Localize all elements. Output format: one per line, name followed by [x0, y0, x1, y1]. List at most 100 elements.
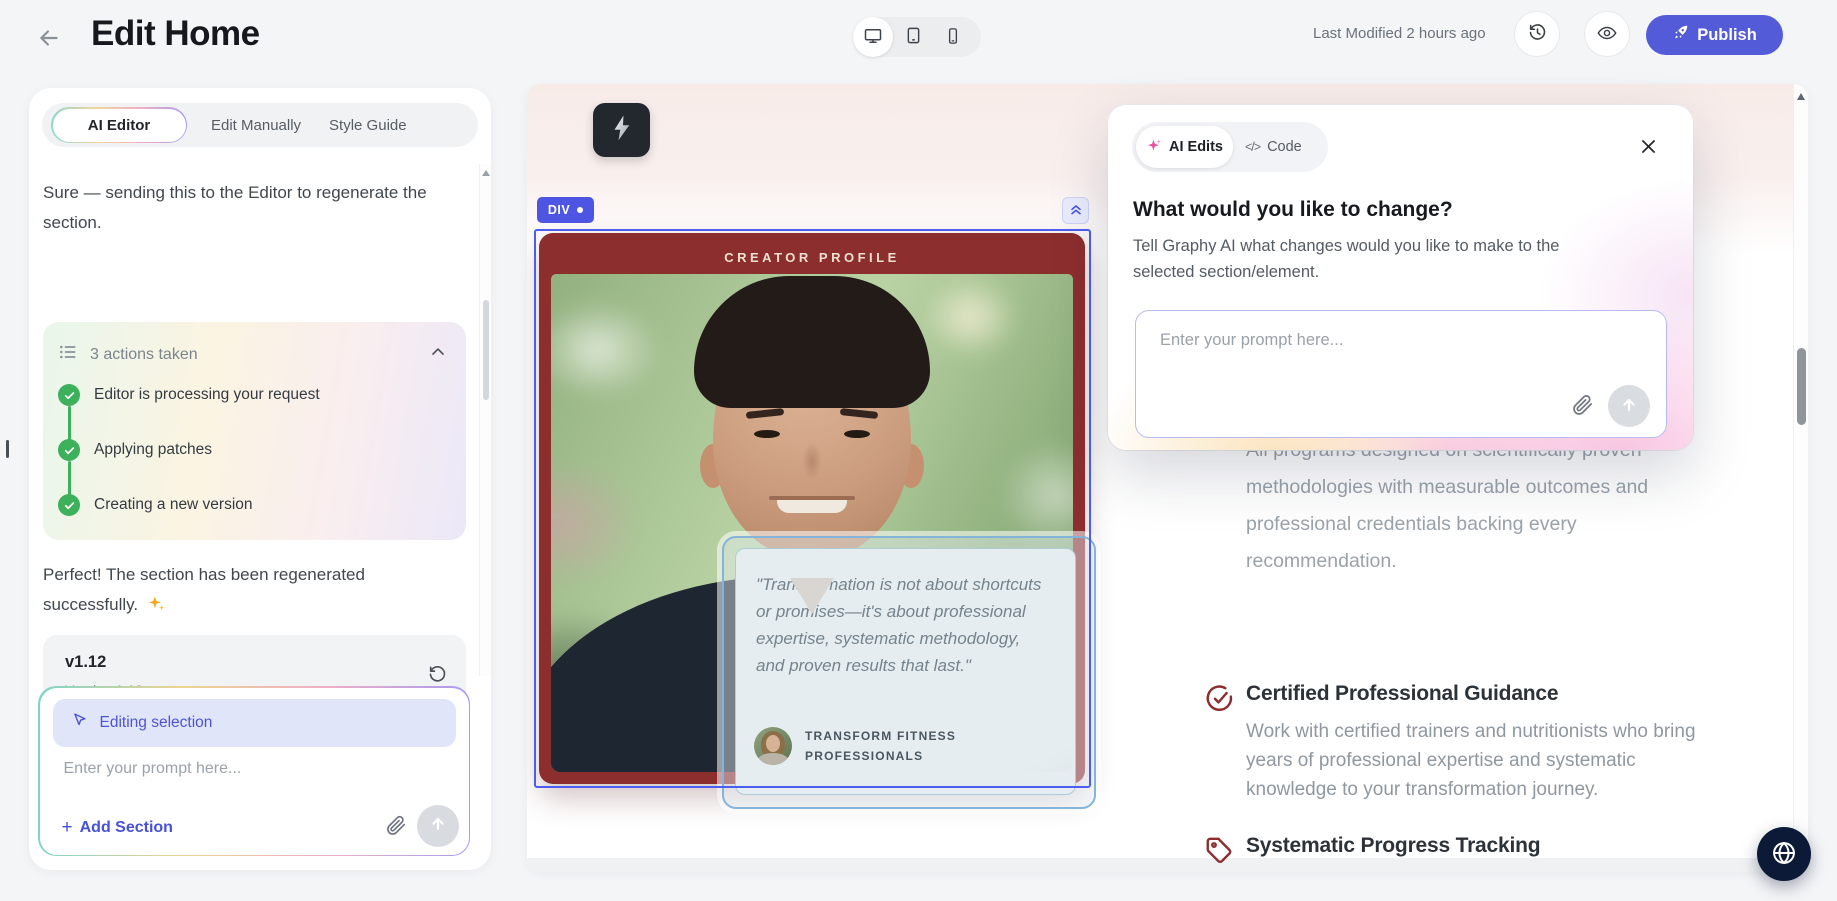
- chevron-up-icon: [428, 348, 448, 365]
- tab-ai-edits[interactable]: AI Edits: [1136, 126, 1233, 168]
- attach-file-button[interactable]: [385, 814, 407, 839]
- publish-label: Publish: [1697, 25, 1757, 44]
- close-icon: [1639, 140, 1658, 159]
- restore-icon: [427, 666, 448, 687]
- scrollbar-thumb[interactable]: [482, 300, 489, 400]
- eye-icon: [1596, 22, 1618, 47]
- sidebar-scrollbar[interactable]: [479, 164, 491, 676]
- ai-edits-popup: AI Edits </> Code What would you like to…: [1108, 105, 1693, 450]
- send-prompt-button[interactable]: [416, 804, 459, 847]
- badge-label: DIV: [547, 203, 571, 217]
- tag-icon: [1204, 835, 1234, 870]
- popup-title: What would you like to change?: [1133, 198, 1453, 221]
- attach-file-button[interactable]: [1571, 393, 1594, 419]
- desktop-icon: [863, 26, 883, 49]
- collapse-section-button[interactable]: [1062, 197, 1089, 224]
- prompt-box-border: Editing selection Enter your prompt here…: [38, 686, 470, 856]
- site-logo[interactable]: [593, 103, 650, 157]
- chevrons-up-icon: [1068, 201, 1084, 220]
- check-circle-icon: [58, 439, 80, 461]
- device-tablet-button[interactable]: [893, 17, 933, 57]
- chat-thread: Sure — sending this to the Editor to reg…: [29, 158, 481, 723]
- sparkles-icon: [147, 593, 166, 623]
- prompt-input[interactable]: Enter your prompt here...: [64, 760, 242, 778]
- cursor-icon: [71, 712, 88, 734]
- intro-paragraph: All programs designed on scientifically …: [1246, 439, 1649, 572]
- actions-summary-row: 3 actions taken: [58, 342, 198, 367]
- photo-vignette: [551, 274, 1073, 772]
- mobile-icon: [944, 27, 962, 48]
- add-section-button[interactable]: + Add Section: [62, 817, 173, 839]
- tab-ai-edits-label: AI Edits: [1169, 139, 1223, 155]
- tab-style-guide[interactable]: Style Guide: [325, 117, 431, 134]
- scroll-up-arrow[interactable]: [1797, 93, 1805, 100]
- publish-button[interactable]: Publish: [1646, 15, 1783, 55]
- lightning-icon: [607, 113, 637, 148]
- last-modified-text: Last Modified 2 hours ago: [1313, 25, 1486, 42]
- back-button[interactable]: [30, 20, 68, 58]
- send-prompt-button[interactable]: [1608, 385, 1650, 427]
- add-section-label: Add Section: [79, 818, 173, 836]
- page-title: Edit Home: [91, 14, 260, 53]
- tab-ai-editor-border: AI Editor: [51, 107, 187, 143]
- arrow-left-icon: [40, 29, 58, 46]
- selected-element-badge[interactable]: DIV: [537, 197, 594, 223]
- actions-summary: 3 actions taken: [90, 345, 198, 363]
- tab-ai-editor[interactable]: AI Editor: [52, 108, 186, 142]
- scroll-up-arrow[interactable]: [482, 170, 490, 176]
- editing-selection-pill[interactable]: Editing selection: [52, 698, 456, 747]
- feature-item: Systematic Progress Tracking Structured …: [1206, 834, 1746, 872]
- top-header: Edit Home Last Modified 2 hours ago Publ…: [0, 0, 1837, 70]
- success-text: Perfect! The section has been regenerate…: [43, 565, 365, 614]
- feature-body: Structured assessment and progress track…: [1246, 869, 1731, 872]
- creator-profile-title: CREATOR PROFILE: [724, 250, 900, 265]
- badge-dot-icon: [577, 207, 584, 213]
- step-label: Applying patches: [94, 441, 213, 458]
- creator-photo: [551, 274, 1073, 772]
- close-popup-button[interactable]: [1639, 137, 1658, 159]
- popup-prompt-box[interactable]: Enter your prompt here...: [1135, 310, 1667, 438]
- creator-profile-card[interactable]: CREATOR PROFILE: [539, 233, 1085, 784]
- feature-title: Systematic Progress Tracking: [1246, 834, 1541, 857]
- popup-tabbar: AI Edits </> Code: [1132, 122, 1328, 172]
- collapse-actions-button[interactable]: [428, 342, 448, 365]
- panel-resize-handle[interactable]: [6, 440, 9, 458]
- tablet-icon: [904, 26, 923, 48]
- action-step: Creating a new version: [58, 494, 253, 516]
- rocket-icon: [1672, 24, 1689, 46]
- sparkle-icon: [1146, 137, 1163, 158]
- step-label: Editor is processing your request: [94, 386, 320, 403]
- history-icon: [1527, 22, 1548, 46]
- check-circle-icon: [58, 384, 80, 406]
- action-step: Applying patches: [58, 439, 212, 461]
- language-globe-button[interactable]: [1757, 827, 1811, 881]
- canvas-scrollbar[interactable]: [1793, 84, 1808, 872]
- preview-button[interactable]: [1584, 11, 1630, 57]
- scrollbar-thumb[interactable]: [1797, 348, 1806, 425]
- device-switcher: [853, 17, 981, 57]
- tab-edit-manually[interactable]: Edit Manually: [187, 117, 325, 134]
- paperclip-icon: [385, 815, 407, 839]
- features-column: All programs designed on scientifically …: [1206, 432, 1746, 864]
- popup-prompt-input[interactable]: Enter your prompt here...: [1160, 331, 1343, 350]
- check-circle-icon: [1204, 683, 1235, 719]
- actions-card: 3 actions taken Editor is processing you…: [43, 322, 466, 540]
- code-icon: </>: [1245, 140, 1261, 154]
- popup-subtitle: Tell Graphy AI what changes would you li…: [1133, 237, 1560, 281]
- feature-body: Work with certified trainers and nutriti…: [1246, 721, 1696, 800]
- check-circle-icon: [58, 494, 80, 516]
- paperclip-icon: [1571, 395, 1594, 419]
- arrow-up-icon: [1619, 395, 1639, 418]
- device-mobile-button[interactable]: [933, 17, 973, 57]
- plus-icon: +: [61, 816, 73, 838]
- prompt-box: Editing selection Enter your prompt here…: [39, 687, 469, 855]
- editing-selection-label: Editing selection: [99, 713, 213, 731]
- tab-ai-editor-label: AI Editor: [87, 116, 151, 134]
- restore-version-button[interactable]: [427, 663, 448, 687]
- tab-code[interactable]: </> Code: [1245, 139, 1302, 155]
- ai-editor-sidebar: AI Editor Edit Manually Style Guide Sure…: [29, 88, 491, 870]
- list-icon: [58, 342, 78, 367]
- history-button[interactable]: [1514, 11, 1560, 57]
- device-desktop-button[interactable]: [853, 17, 893, 57]
- assistant-message: Sure — sending this to the Editor to reg…: [43, 183, 427, 232]
